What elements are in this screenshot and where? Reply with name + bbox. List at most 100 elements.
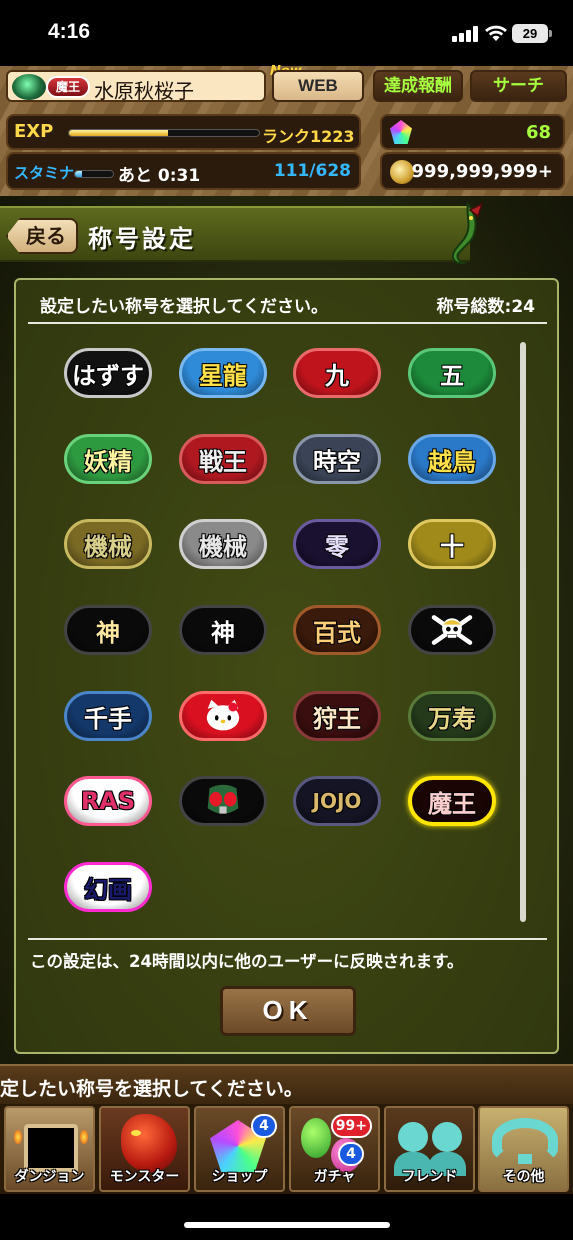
- stamina-panel: スタミナ あと 0:31 111/628: [6, 152, 361, 190]
- title-badge-kamen-rider-mask[interactable]: [179, 776, 267, 826]
- exp-bar: [68, 129, 260, 137]
- nav-label: ダンジョン: [14, 1169, 85, 1185]
- title-badge[interactable]: 星龍: [179, 348, 267, 398]
- wifi-icon: [485, 25, 507, 41]
- nav-label: ガチャ: [313, 1169, 356, 1185]
- search-button[interactable]: サーチ: [470, 70, 567, 102]
- title-badge[interactable]: 時空: [293, 434, 381, 484]
- title-badge-label: 幻画: [84, 875, 132, 904]
- title-badge-label: 万寿: [428, 704, 476, 733]
- title-badge-label: 五: [440, 361, 464, 390]
- title-selection-panel: 設定したい称号を選択してください。 称号総数:24 はずす 星龍 九 五妖精 戦王 時空 越…: [14, 278, 559, 1054]
- ticker-text: 定したい称号を選択してください。: [0, 1078, 303, 1100]
- notice-text: この設定は、24時間以内に他のユーザーに反映されます。: [30, 952, 464, 971]
- home-indicator[interactable]: [184, 1222, 390, 1228]
- title-badge[interactable]: 神: [179, 605, 267, 655]
- title-badge[interactable]: 万寿: [408, 691, 496, 741]
- title-badge[interactable]: 零: [293, 519, 381, 569]
- stamina-recover-time: あと 0:31: [118, 166, 201, 186]
- stamina-label: スタミナ: [14, 164, 75, 182]
- coin-count: 999,999,999+: [411, 161, 553, 182]
- title-badge[interactable]: RAS: [64, 776, 152, 826]
- title-badge-label: JOJO: [312, 789, 362, 813]
- title-badge[interactable]: 百式: [293, 605, 381, 655]
- title-badge-label: 戦王: [199, 447, 247, 476]
- title-badge[interactable]: 機械: [64, 519, 152, 569]
- ok-button[interactable]: OK: [220, 986, 356, 1036]
- dragon-icon: [452, 201, 484, 265]
- nav-label: ショップ: [211, 1169, 268, 1185]
- status-time: 4:16: [48, 20, 91, 43]
- web-button[interactable]: WEB: [272, 70, 364, 102]
- player-header: 魔王 水原秋桜子 New WEB 達成報酬 サーチ EXP ランク1223 スタ…: [0, 64, 573, 196]
- nav-monster[interactable]: モンスター: [99, 1106, 190, 1192]
- notification-badge: 4: [251, 1114, 277, 1138]
- status-bar: 4:16 29: [0, 0, 573, 66]
- title-total-count: 称号総数:24: [436, 297, 535, 317]
- player-name-box[interactable]: 魔王 水原秋桜子: [6, 70, 266, 103]
- title-badge-hello-kitty[interactable]: [179, 691, 267, 741]
- divider: [28, 322, 547, 324]
- notification-badge: 4: [338, 1142, 364, 1166]
- title-badge[interactable]: JOJO: [293, 776, 381, 826]
- title-badge-label: 機械: [84, 532, 132, 561]
- player-name: 水原秋桜子: [94, 79, 194, 103]
- title-badge-label: 狩王: [313, 704, 361, 733]
- player-avatar: [12, 74, 46, 100]
- magic-stone-count: 68: [525, 122, 551, 143]
- message-ticker: 定したい称号を選択してください。: [0, 1064, 573, 1104]
- instruction-text: 設定したい称号を選択してください。: [40, 297, 328, 317]
- achievements-button[interactable]: 達成報酬: [373, 70, 463, 102]
- title-badge[interactable]: 越鳥: [408, 434, 496, 484]
- exp-bar-fill: [69, 130, 168, 136]
- title-badge[interactable]: 十: [408, 519, 496, 569]
- title-badge-label: 妖精: [84, 447, 132, 476]
- rank-text: ランク1223: [262, 127, 355, 146]
- stamina-bar-fill: [75, 171, 82, 177]
- nav-gacha[interactable]: ガチャ 99+ 4: [289, 1106, 380, 1192]
- title-badge[interactable]: 神: [64, 605, 152, 655]
- title-badge[interactable]: 千手: [64, 691, 152, 741]
- nav-shop[interactable]: ショップ 4: [194, 1106, 285, 1192]
- nav-label: モンスター: [109, 1169, 180, 1185]
- title-badge-label: 機械: [199, 532, 247, 561]
- kamen-rider-mask-icon: [200, 783, 246, 819]
- title-bar: 戻る 称号設定: [0, 206, 470, 262]
- title-badge[interactable]: 妖精: [64, 434, 152, 484]
- title-badge[interactable]: はずす: [64, 348, 152, 398]
- skull-crossbones-icon: [425, 612, 479, 648]
- title-badge-label: 神: [211, 618, 235, 647]
- title-badge[interactable]: 狩王: [293, 691, 381, 741]
- title-badge: 魔王: [46, 76, 90, 98]
- title-badge[interactable]: 五: [408, 348, 496, 398]
- title-badge-label: はずす: [72, 361, 144, 390]
- hello-kitty-icon: [200, 698, 246, 734]
- title-badge-label: 星龍: [199, 361, 247, 390]
- stamina-value: 111/628: [273, 161, 351, 181]
- title-badge[interactable]: 幻画: [64, 862, 152, 912]
- title-badge-skull-crossbones[interactable]: [408, 605, 496, 655]
- nav-dungeon[interactable]: ダンジョン: [4, 1106, 95, 1192]
- title-badge[interactable]: 機械: [179, 519, 267, 569]
- title-badge-label: 十: [440, 532, 464, 561]
- back-button[interactable]: 戻る: [6, 218, 78, 254]
- title-badge[interactable]: 九: [293, 348, 381, 398]
- title-badge-label: 千手: [84, 704, 132, 733]
- magic-stone-icon: [390, 120, 412, 144]
- nav-other-menu[interactable]: その他: [478, 1106, 569, 1192]
- bottom-navigation: ダンジョン モンスター ショップ 4 ガチャ 99+ 4 フレンド その他: [0, 1104, 573, 1194]
- home-bar: [0, 1194, 573, 1240]
- divider: [28, 938, 547, 940]
- title-badge-label: 越鳥: [428, 447, 476, 476]
- nav-label: フレンド: [401, 1169, 458, 1185]
- title-badge-label: 時空: [313, 447, 361, 476]
- title-badge-label: 零: [325, 532, 349, 561]
- coin-panel: 999,999,999+: [380, 152, 565, 190]
- page-title: 称号設定: [88, 225, 196, 253]
- nav-friend[interactable]: フレンド: [384, 1106, 475, 1192]
- scrollbar[interactable]: [520, 342, 526, 922]
- magic-stone-panel[interactable]: 68: [380, 114, 565, 150]
- title-badge-label: RAS: [80, 787, 136, 815]
- title-badge[interactable]: 戦王: [179, 434, 267, 484]
- title-badge[interactable]: 魔王: [408, 776, 496, 826]
